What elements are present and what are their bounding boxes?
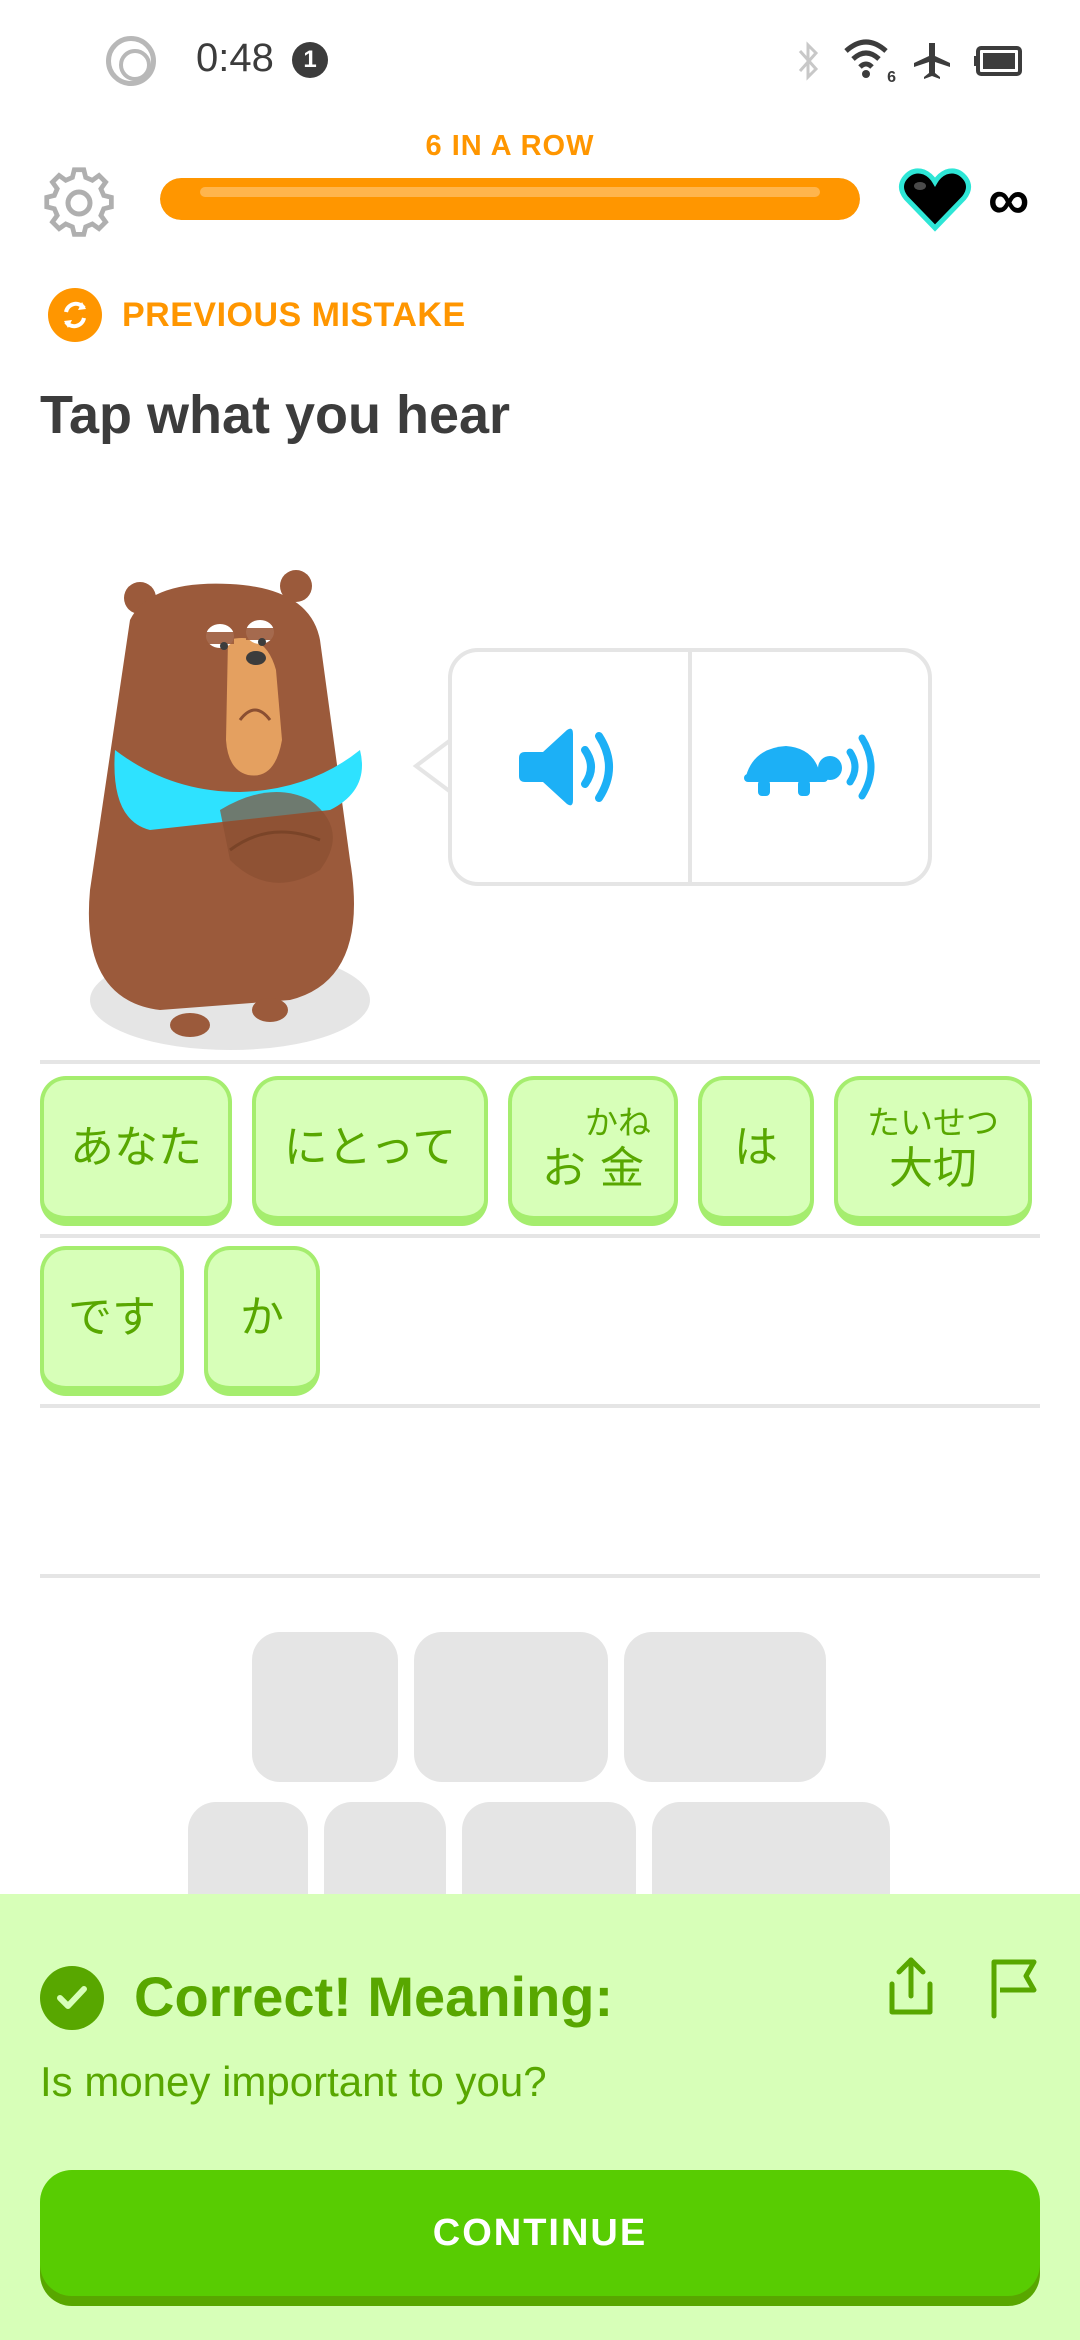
answer-word-tile[interactable]: か xyxy=(204,1246,320,1396)
wifi-icon: 6 xyxy=(842,39,896,86)
status-bar: 0:48 1 6 xyxy=(0,0,1080,120)
answer-word-tile[interactable]: かね お 金 xyxy=(508,1076,678,1226)
lesson-progress-fill xyxy=(160,178,860,220)
turtle-speaker-icon xyxy=(744,734,875,800)
exercise-instruction: Tap what you hear xyxy=(40,385,511,445)
word-tile-text: は xyxy=(734,1122,778,1173)
notification-count-badge: 1 xyxy=(292,42,328,78)
speaker-icon xyxy=(519,728,613,806)
checkmark-icon xyxy=(40,1966,104,2030)
previous-mistake-label-row: PREVIOUS MISTAKE xyxy=(48,288,466,342)
bluetooth-icon xyxy=(798,41,819,81)
word-tile-furigana: たいせつ xyxy=(867,1102,999,1142)
word-bank-empty-slot xyxy=(252,1632,398,1782)
answer-word-tile[interactable]: にとって xyxy=(252,1076,488,1226)
word-tile-text: です xyxy=(68,1292,156,1343)
word-tile-text: か xyxy=(240,1292,284,1343)
answer-word-tile[interactable]: たいせつ 大切 xyxy=(834,1076,1032,1226)
answer-line-1 xyxy=(40,1060,1040,1064)
continue-button[interactable]: CONTINUE xyxy=(40,2170,1040,2296)
airplane-mode-icon xyxy=(914,43,950,79)
word-bank-empty-slot xyxy=(624,1632,826,1782)
heart-icon[interactable] xyxy=(898,168,972,232)
battery-icon xyxy=(974,46,1022,76)
feedback-title: Correct! Meaning: xyxy=(134,1965,614,2028)
lesson-progress-bar xyxy=(160,178,860,220)
translation-text: Is money important to you? xyxy=(40,2058,547,2105)
status-time: 0:48 xyxy=(196,36,274,80)
bear-character-illustration xyxy=(88,570,370,1050)
word-tile-text: お 金 xyxy=(542,1142,644,1194)
play-slow-audio-button[interactable] xyxy=(688,652,928,882)
previous-mistake-label: PREVIOUS MISTAKE xyxy=(122,295,466,334)
audio-speech-bubble xyxy=(448,648,932,886)
infinite-hearts-count: ∞ xyxy=(988,167,1030,232)
share-icon[interactable] xyxy=(880,1954,942,2020)
report-flag-icon[interactable] xyxy=(982,1954,1044,2020)
answer-line-2 xyxy=(40,1234,1040,1238)
word-tile-text: あなた xyxy=(70,1122,202,1173)
answer-word-tile[interactable]: です xyxy=(40,1246,184,1396)
record-icon xyxy=(106,36,156,86)
word-tile-text: 大切 xyxy=(889,1142,977,1194)
wifi-label: 6 xyxy=(887,69,896,86)
answer-word-tile[interactable]: あなた xyxy=(40,1076,232,1226)
status-icons: 6 xyxy=(796,36,1024,86)
refresh-icon xyxy=(48,288,102,342)
streak-label: 6 IN A ROW xyxy=(425,130,595,162)
answer-line-3 xyxy=(40,1404,1040,1408)
settings-gear-icon[interactable] xyxy=(42,166,116,240)
word-bank-empty-slot xyxy=(414,1632,608,1782)
word-tile-text: にとって xyxy=(283,1122,457,1173)
play-audio-button[interactable] xyxy=(452,652,688,882)
word-tile-furigana: かね xyxy=(585,1102,651,1142)
answer-word-tile[interactable]: は xyxy=(698,1076,814,1226)
answer-line-4 xyxy=(40,1574,1040,1578)
